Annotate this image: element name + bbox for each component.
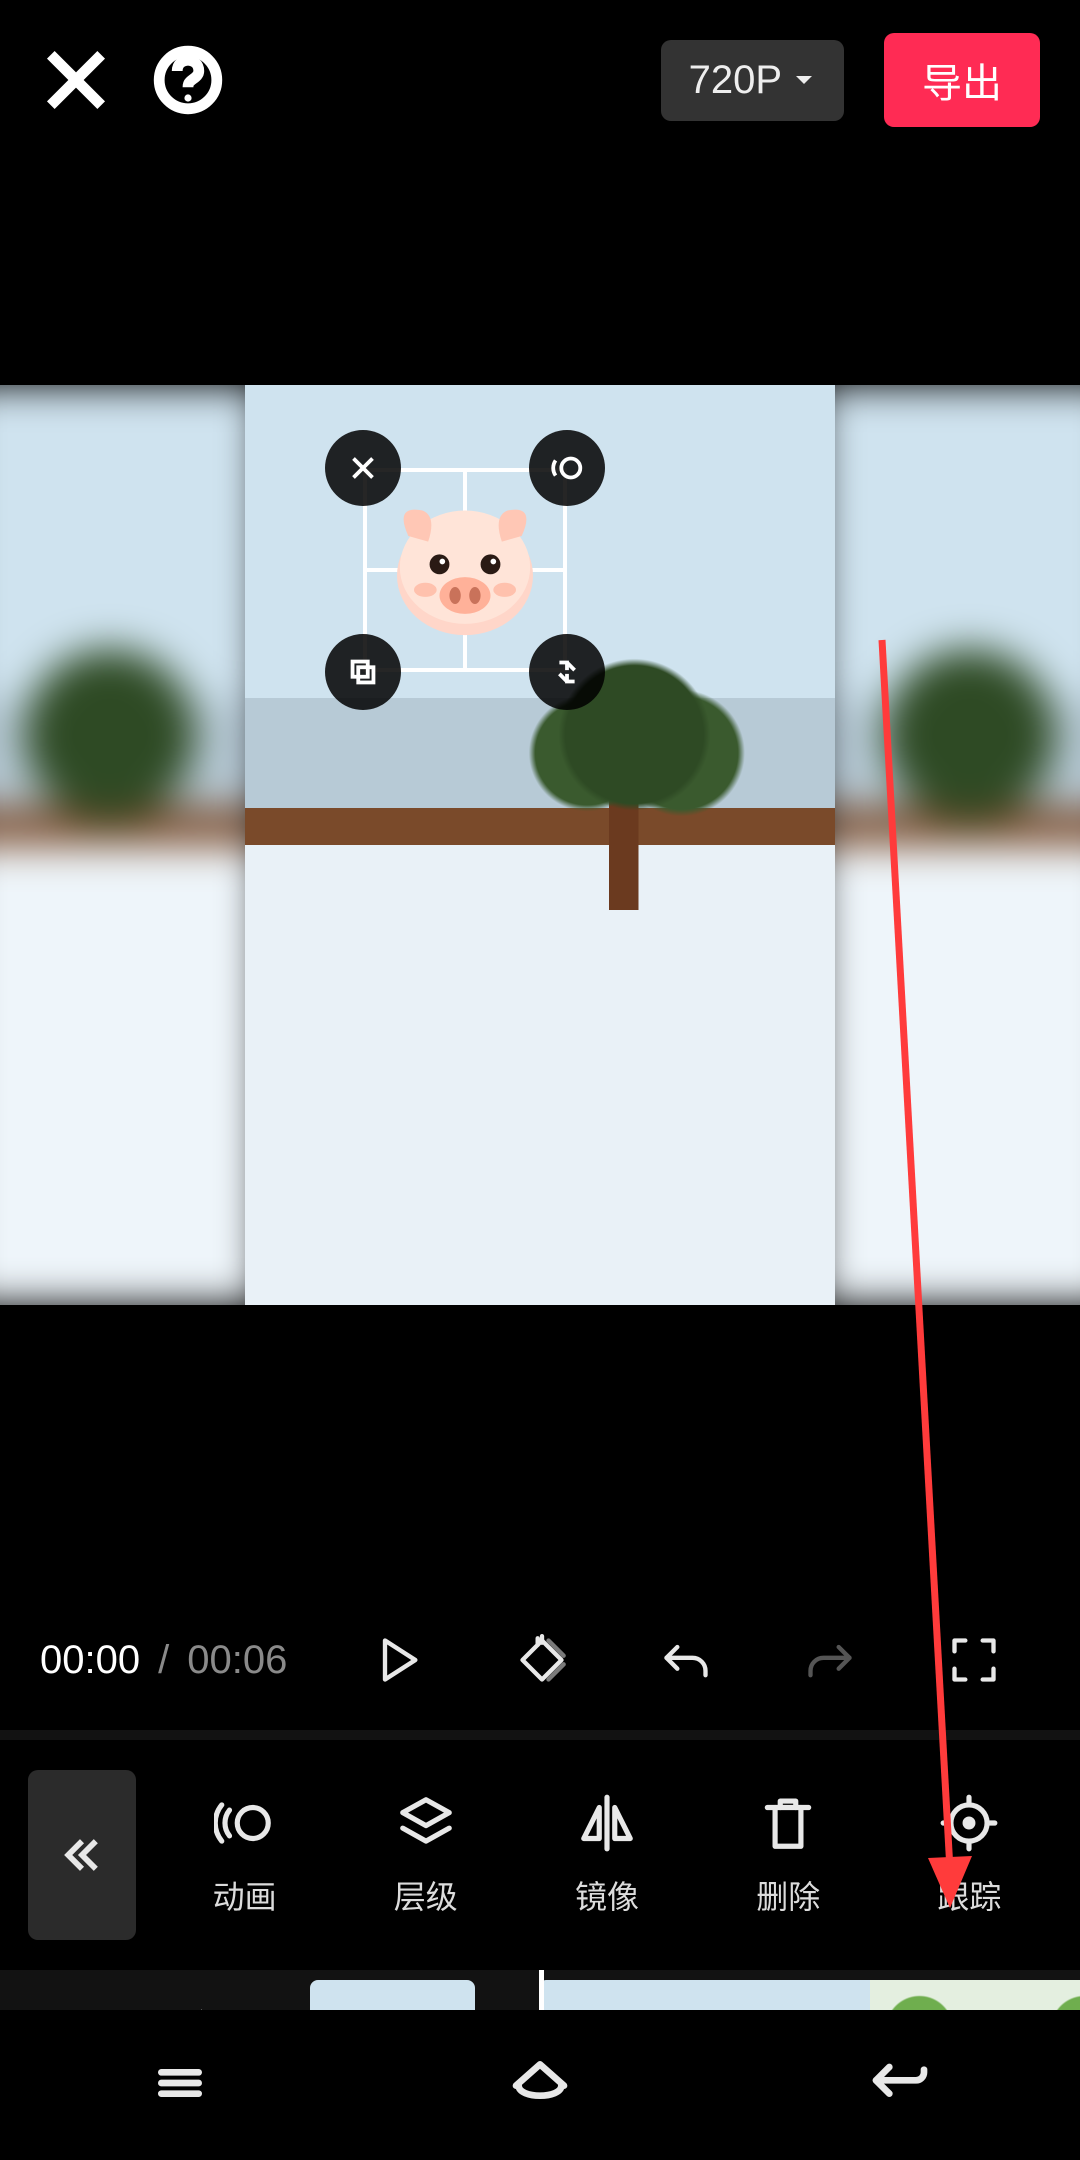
close-icon: [344, 449, 382, 487]
sticker-rotate-handle[interactable]: [529, 634, 605, 710]
undo-button[interactable]: [642, 1616, 730, 1704]
tool-row: 动画 层级 镜像 删除 跟踪: [0, 1740, 1080, 1970]
pig-sticker[interactable]: [380, 485, 550, 655]
tool-label: 层级: [394, 1872, 458, 1918]
tool-label: 删除: [756, 1872, 820, 1918]
tool-label: 动画: [213, 1872, 277, 1918]
trash-icon: [757, 1792, 819, 1854]
tool-label: 跟踪: [937, 1872, 1001, 1918]
keyframe-button[interactable]: [498, 1616, 586, 1704]
preview-blur-left: [0, 385, 260, 1305]
keyframe-icon: [516, 1634, 568, 1686]
tools-back-button[interactable]: [28, 1770, 136, 1940]
help-button[interactable]: [152, 44, 224, 116]
motion-icon: [214, 1792, 276, 1854]
nav-home-button[interactable]: [508, 2051, 572, 2120]
nav-recent-button[interactable]: [148, 2051, 212, 2120]
nav-back-button[interactable]: [868, 2051, 932, 2120]
preview-blur-right: [820, 385, 1080, 1305]
export-button[interactable]: 导出: [884, 33, 1040, 127]
recent-icon: [148, 2051, 212, 2115]
copy-icon: [344, 653, 382, 691]
play-button[interactable]: [354, 1616, 442, 1704]
current-time: 00:00: [40, 1638, 140, 1683]
video-preview[interactable]: [0, 385, 1080, 1305]
tool-label: 镜像: [575, 1872, 639, 1918]
chevron-double-left-icon: [59, 1832, 105, 1878]
home-icon: [508, 2051, 572, 2115]
top-bar: 720P 导出: [0, 0, 1080, 160]
sticker-copy-handle[interactable]: [325, 634, 401, 710]
layer-icon: [395, 1792, 457, 1854]
resolution-selector[interactable]: 720P: [661, 40, 844, 121]
sticker-transform-box[interactable]: [325, 430, 605, 710]
rotate-icon: [548, 653, 586, 691]
sticker-delete-handle[interactable]: [325, 430, 401, 506]
redo-button[interactable]: [786, 1616, 874, 1704]
sticker-animate-handle[interactable]: [529, 430, 605, 506]
tool-delete[interactable]: 删除: [698, 1792, 879, 1918]
total-time: 00:06: [187, 1638, 287, 1683]
tool-layer[interactable]: 层级: [335, 1792, 516, 1918]
system-nav-bar: [0, 2010, 1080, 2160]
fullscreen-icon: [948, 1634, 1000, 1686]
back-icon: [868, 2051, 932, 2115]
pig-face-icon: [380, 485, 550, 655]
fullscreen-button[interactable]: [930, 1616, 1018, 1704]
motion-icon: [548, 449, 586, 487]
play-icon: [372, 1634, 424, 1686]
playback-controls: 00:00 / 00:06: [0, 1600, 1080, 1720]
resolution-label: 720P: [689, 58, 782, 103]
export-label: 导出: [922, 62, 1002, 106]
tool-mirror[interactable]: 镜像: [516, 1792, 697, 1918]
time-separator: /: [152, 1638, 175, 1683]
chevron-down-icon: [792, 68, 816, 92]
undo-icon: [660, 1634, 712, 1686]
help-icon: [152, 44, 224, 116]
tool-track[interactable]: 跟踪: [879, 1792, 1060, 1918]
close-button[interactable]: [40, 44, 112, 116]
close-icon: [40, 44, 112, 116]
mirror-icon: [576, 1792, 638, 1854]
tool-animation[interactable]: 动画: [154, 1792, 335, 1918]
track-icon: [938, 1792, 1000, 1854]
redo-icon: [804, 1634, 856, 1686]
